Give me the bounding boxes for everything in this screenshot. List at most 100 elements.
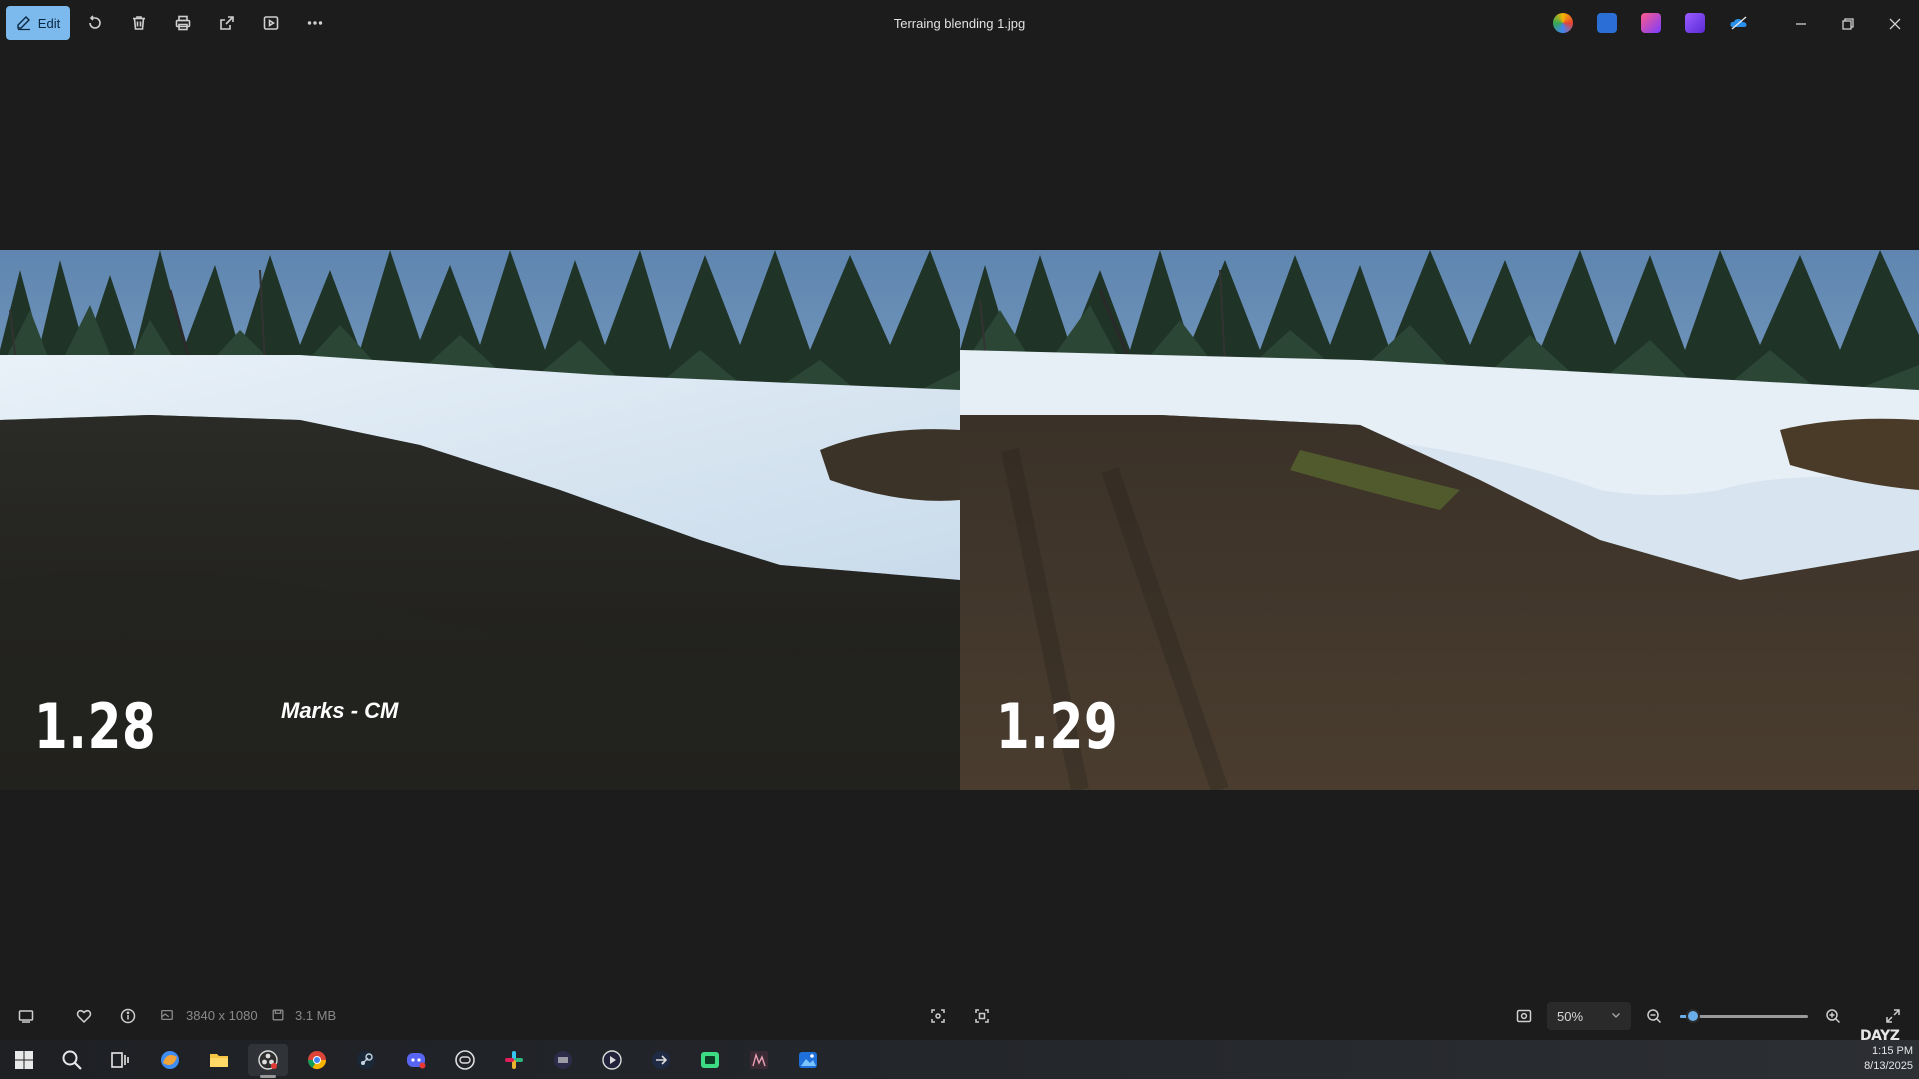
- clipchamp-icon[interactable]: [1641, 13, 1661, 33]
- taskbar-copilot[interactable]: [158, 1048, 182, 1072]
- select-icon: [975, 1009, 989, 1023]
- taskbar-file-explorer[interactable]: [207, 1048, 231, 1072]
- rotate-button[interactable]: [84, 12, 106, 34]
- info-icon: [120, 1008, 136, 1024]
- zoom-in-button[interactable]: [1824, 1007, 1842, 1025]
- zoom-value: 50%: [1557, 1008, 1584, 1024]
- app-icon: [652, 1051, 670, 1069]
- more-button[interactable]: [304, 12, 326, 34]
- media-player-icon: [602, 1050, 622, 1070]
- taskbar-slack[interactable]: [502, 1048, 526, 1072]
- task-view-icon: [111, 1052, 129, 1068]
- discord-icon: [407, 1053, 426, 1069]
- close-button[interactable]: [1883, 12, 1907, 36]
- edit-icon: [17, 16, 30, 31]
- title-bar: Edit Terraing blending 1.jpg: [0, 0, 1919, 48]
- taskbar-app-7[interactable]: [551, 1048, 575, 1072]
- edit-button-label: Edit: [37, 15, 61, 31]
- taskbar-app-10[interactable]: [698, 1048, 722, 1072]
- fit-to-window-button[interactable]: [1515, 1007, 1533, 1025]
- start-icon: [15, 1051, 33, 1069]
- minimize-icon: [1796, 23, 1806, 25]
- zoom-slider-thumb[interactable]: [1686, 1009, 1700, 1023]
- actual-size-button[interactable]: [929, 1007, 947, 1025]
- windows-taskbar: [0, 1040, 1919, 1079]
- chrome-icon: [308, 1051, 326, 1070]
- app-icon: [750, 1051, 768, 1069]
- zoom-slider[interactable]: [1680, 1008, 1808, 1024]
- taskbar-photos[interactable]: [796, 1048, 820, 1072]
- credit-label: Marks - CM: [281, 698, 399, 723]
- taskbar-clock[interactable]: 1:15 PM 8/13/2025: [1864, 1044, 1913, 1074]
- search-icon: [62, 1050, 82, 1070]
- version-label-right: 1.29: [996, 690, 1119, 763]
- mouse-cursor-icon: [824, 562, 960, 790]
- photos-icon: [799, 1052, 817, 1068]
- status-bar: 3840 x 1080 3.1 MB 50%: [0, 998, 1919, 1034]
- photo-viewer-image[interactable]: 1.28 Marks - CM 1.29: [0, 250, 1919, 790]
- version-label-left: 1.28: [34, 690, 157, 763]
- full-screen-button[interactable]: [1884, 1007, 1902, 1025]
- designer-icon[interactable]: [1597, 13, 1617, 33]
- app-icon: [554, 1051, 572, 1069]
- file-size-icon: [271, 1008, 285, 1022]
- image-dimensions: 3840 x 1080: [186, 1008, 258, 1023]
- edit-button[interactable]: Edit: [6, 6, 70, 40]
- taskbar-app-11[interactable]: [747, 1048, 771, 1072]
- clock-date: 8/13/2025: [1864, 1060, 1913, 1072]
- minimize-button[interactable]: [1789, 12, 1813, 36]
- image-left-panel: 1.28 Marks - CM: [0, 250, 960, 790]
- filmstrip-button[interactable]: [17, 1007, 35, 1025]
- dimensions-icon: [160, 1008, 174, 1022]
- steam-icon: [357, 1051, 375, 1069]
- start-button[interactable]: [12, 1048, 36, 1072]
- taskbar-media-player[interactable]: [600, 1048, 624, 1072]
- app-icon: [455, 1050, 475, 1070]
- close-icon: [1889, 18, 1901, 30]
- taskbar-discord[interactable]: [404, 1048, 428, 1072]
- image-right-panel: 1.29: [960, 250, 1919, 790]
- fit-to-window-icon: [1516, 1009, 1532, 1023]
- teams-icon[interactable]: [1685, 13, 1705, 33]
- share-button[interactable]: [216, 12, 238, 34]
- obs-icon: [258, 1050, 278, 1070]
- taskbar-steam[interactable]: [354, 1048, 378, 1072]
- zoom-dropdown[interactable]: 50%: [1547, 1002, 1631, 1030]
- favorite-button[interactable]: [75, 1007, 93, 1025]
- filmstrip-icon: [18, 1010, 34, 1023]
- task-view-button[interactable]: [108, 1048, 132, 1072]
- heart-icon: [76, 1009, 92, 1024]
- zoom-out-icon: [1647, 1009, 1662, 1024]
- slideshow-button[interactable]: [260, 12, 282, 34]
- print-icon: [175, 15, 191, 31]
- file-explorer-icon: [210, 1054, 228, 1067]
- onedrive-icon[interactable]: [1729, 13, 1749, 33]
- zoom-in-icon: [1826, 1009, 1841, 1024]
- fit-icon: [931, 1009, 945, 1023]
- window-title: Terraing blending 1.jpg: [893, 16, 1026, 31]
- share-icon: [220, 16, 234, 30]
- slack-icon: [505, 1051, 523, 1069]
- print-button[interactable]: [172, 12, 194, 34]
- clock-time: 1:15 PM: [1872, 1045, 1913, 1057]
- file-size: 3.1 MB: [295, 1008, 337, 1023]
- taskbar-chrome[interactable]: [305, 1048, 329, 1072]
- app-icon: [701, 1052, 719, 1068]
- crop-button[interactable]: [973, 1007, 991, 1025]
- delete-button[interactable]: [128, 12, 150, 34]
- taskbar-app-5[interactable]: [453, 1048, 477, 1072]
- zoom-out-button[interactable]: [1645, 1007, 1663, 1025]
- delete-icon: [133, 16, 145, 30]
- copilot-icon[interactable]: [1553, 13, 1573, 33]
- copilot-icon: [161, 1051, 179, 1069]
- restore-button[interactable]: [1836, 12, 1860, 36]
- slideshow-icon: [263, 16, 279, 30]
- more-icon: [307, 21, 323, 25]
- tray-game-logo[interactable]: DAYZ: [1860, 1028, 1900, 1044]
- taskbar-obs[interactable]: [256, 1048, 280, 1072]
- chevron-down-icon: [1612, 1013, 1620, 1018]
- taskbar-search-button[interactable]: [60, 1048, 84, 1072]
- file-info-button[interactable]: [119, 1007, 137, 1025]
- expand-icon: [1886, 1009, 1900, 1023]
- taskbar-app-9[interactable]: [649, 1048, 673, 1072]
